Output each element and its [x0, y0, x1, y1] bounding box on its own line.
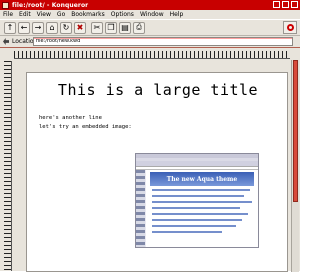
close-icon[interactable]	[291, 1, 298, 8]
reload-icon[interactable]: ↻	[60, 21, 72, 34]
scrollbar-thumb[interactable]	[293, 60, 298, 202]
menu-edit[interactable]: Edit	[16, 11, 34, 18]
stop-icon[interactable]: ✖	[74, 21, 86, 34]
paste-icon[interactable]: ▤	[119, 21, 131, 34]
horizontal-ruler[interactable]	[14, 51, 290, 59]
copy-icon[interactable]: ❐	[105, 21, 117, 34]
back-arrow-icon[interactable]: ←	[18, 21, 30, 34]
minimize-icon[interactable]	[273, 1, 280, 8]
menu-help[interactable]: Help	[167, 11, 187, 18]
embedded-image[interactable]: The new Aqua theme	[135, 153, 259, 248]
menu-bar: File Edit View Go Bookmarks Options Wind…	[0, 10, 300, 19]
embedded-page: The new Aqua theme	[146, 170, 258, 247]
document-area: This is a large title here's another lin…	[0, 47, 300, 272]
location-input[interactable]: file:/root/new.kwd	[33, 37, 293, 46]
menu-bookmarks[interactable]: Bookmarks	[68, 11, 108, 18]
embedded-text-block	[152, 189, 252, 237]
up-arrow-icon[interactable]: ↑	[4, 21, 16, 34]
document-page[interactable]: This is a large title here's another lin…	[26, 72, 288, 272]
cut-icon[interactable]: ✂	[91, 21, 103, 34]
window-title: file:/root/ - Konqueror	[12, 1, 89, 9]
clear-location-icon[interactable]	[3, 38, 9, 45]
embedded-heading: The new Aqua theme	[150, 172, 254, 186]
menu-window[interactable]: Window	[137, 11, 167, 18]
maximize-icon[interactable]	[282, 1, 289, 8]
embedded-sidebar	[136, 170, 145, 247]
print-icon[interactable]: ⎙	[133, 21, 145, 34]
document-line-1: here's another line	[39, 115, 102, 121]
window-controls	[273, 1, 298, 8]
toolbar: ↑ ← → ⌂ ↻ ✖ ✂ ❐ ▤ ⎙	[0, 19, 300, 36]
activity-indicator-icon	[283, 21, 297, 34]
app-icon	[2, 1, 9, 9]
menu-options[interactable]: Options	[108, 11, 137, 18]
home-icon[interactable]: ⌂	[46, 21, 58, 34]
vertical-scrollbar[interactable]	[291, 60, 299, 272]
menu-view[interactable]: View	[34, 11, 54, 18]
location-bar: Location: file:/root/new.kwd	[0, 36, 300, 47]
document-title: This is a large title	[57, 81, 259, 99]
menu-go[interactable]: Go	[54, 11, 68, 18]
document-line-2: let's try an embedded image:	[39, 124, 132, 130]
title-bar: file:/root/ - Konqueror	[0, 0, 300, 10]
menu-file[interactable]: File	[0, 11, 16, 18]
vertical-ruler[interactable]	[4, 61, 12, 271]
forward-arrow-icon[interactable]: →	[32, 21, 44, 34]
